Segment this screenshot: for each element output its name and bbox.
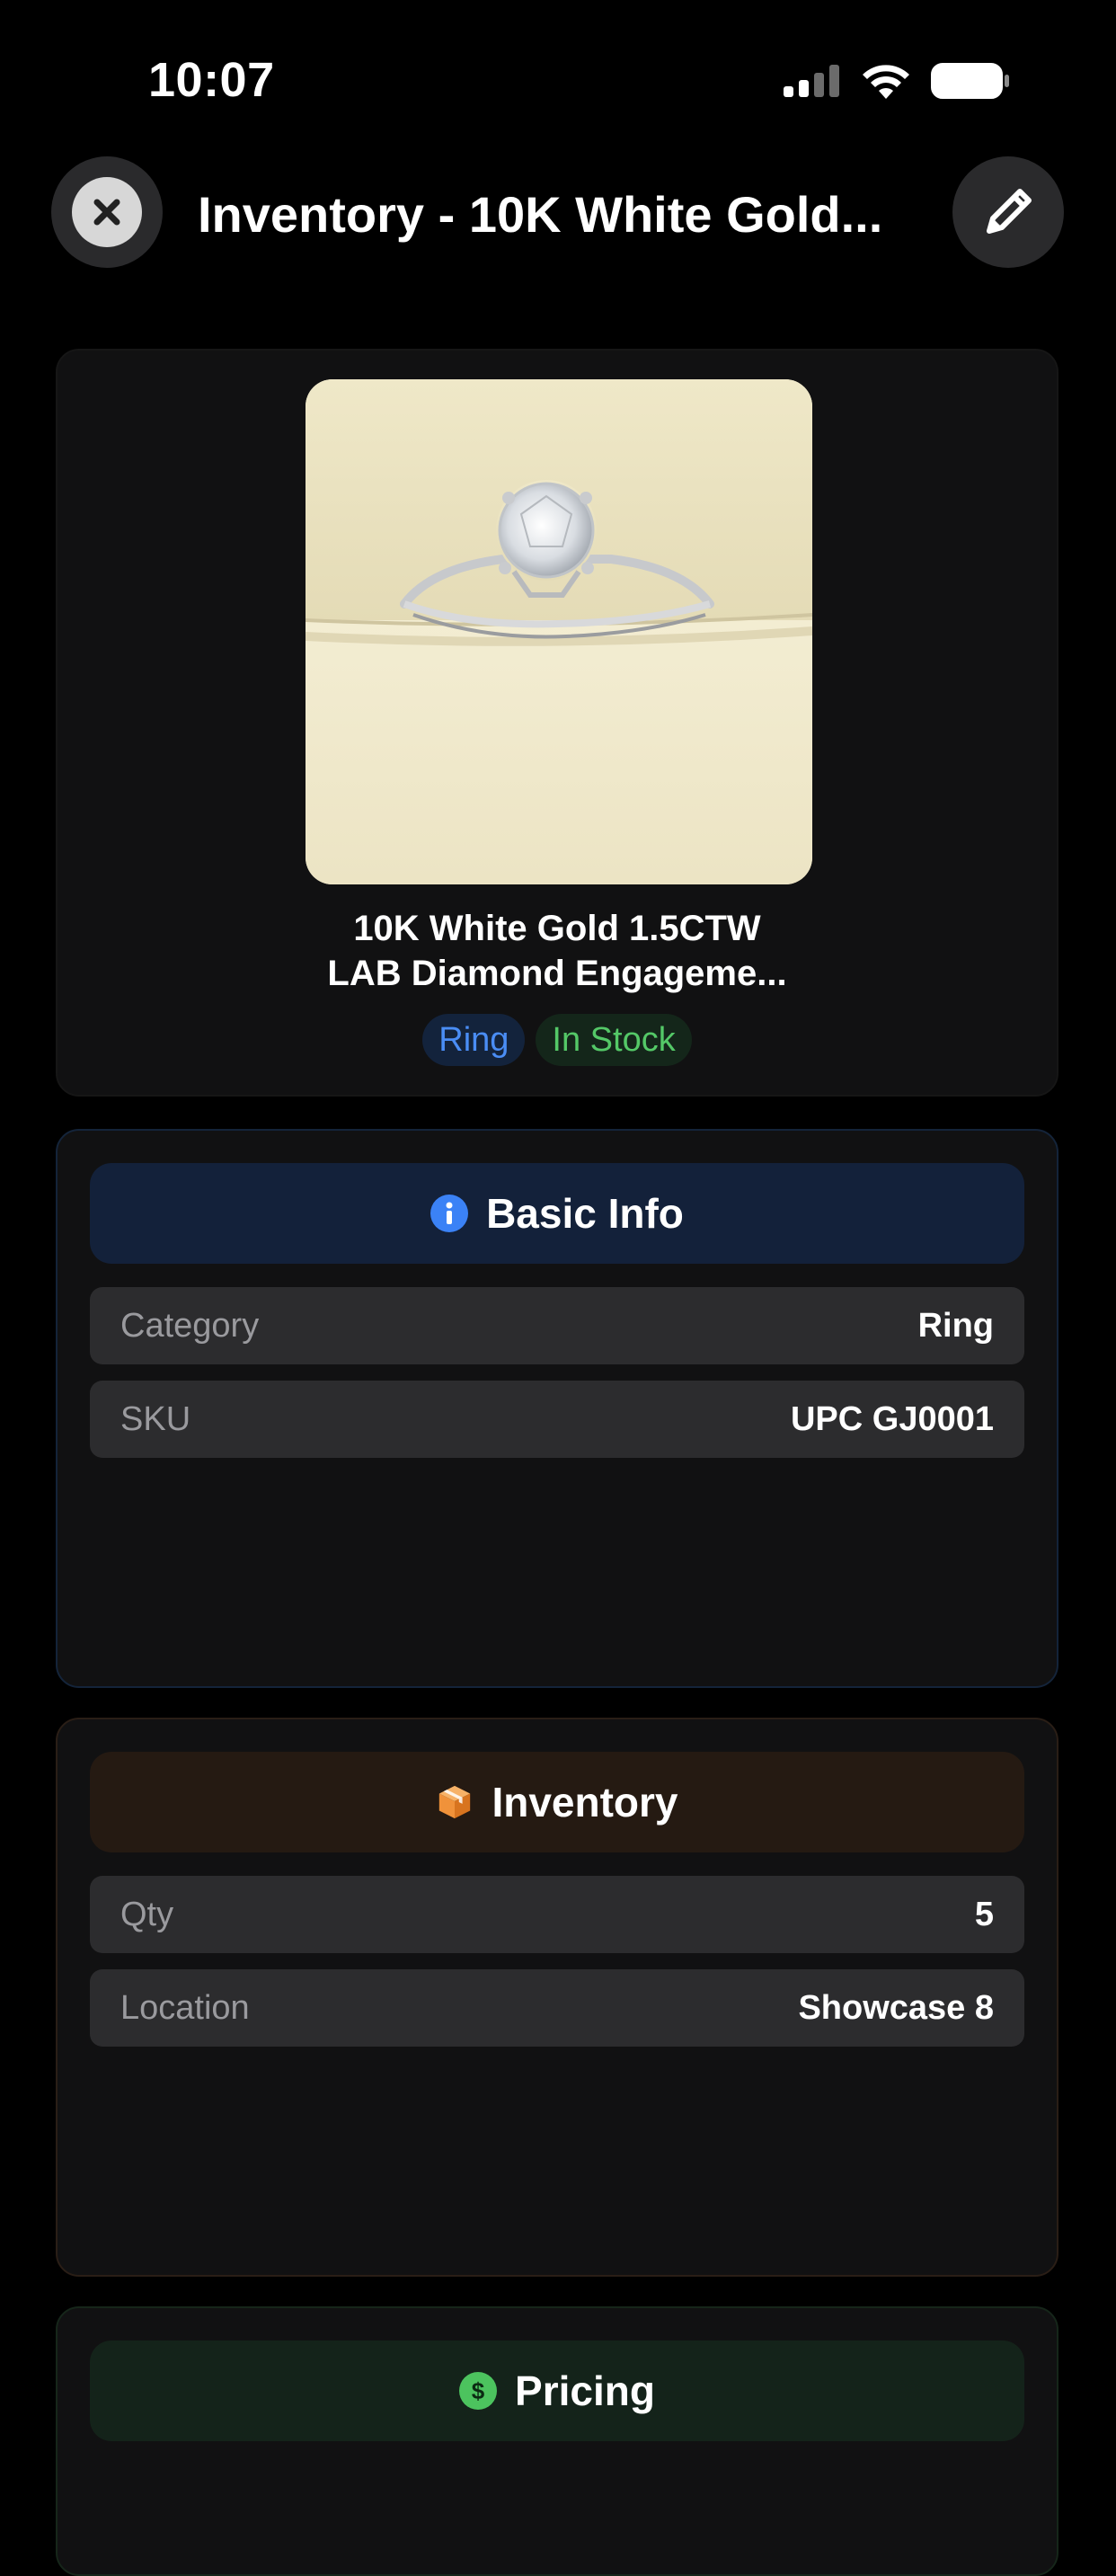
sku-label: SKU [120, 1399, 191, 1438]
sku-value: UPC GJ0001 [790, 1399, 994, 1438]
pricing-header: $ Pricing [90, 2341, 1024, 2441]
nav-bar: Inventory - 10K White Gold... [0, 153, 1116, 270]
pricing-section: $ Pricing [56, 2306, 1058, 2576]
basic-info-header: Basic Info [90, 1163, 1024, 1264]
pencil-icon [987, 189, 1032, 234]
category-label: Category [120, 1306, 260, 1345]
battery-icon [931, 63, 1009, 99]
inventory-title: Inventory [492, 1779, 678, 1825]
product-badges: Ring In Stock [58, 1014, 1057, 1066]
basic-info-title: Basic Info [486, 1190, 684, 1237]
inventory-header: Inventory [90, 1752, 1024, 1852]
category-row: Category Ring [90, 1287, 1024, 1364]
ring-photo-image [306, 379, 812, 884]
close-button[interactable] [51, 156, 163, 268]
category-value: Ring [917, 1306, 994, 1345]
wifi-icon [863, 65, 909, 99]
stock-badge: In Stock [536, 1014, 692, 1066]
location-label: Location [120, 1988, 250, 2027]
qty-label: Qty [120, 1895, 174, 1933]
pricing-title: Pricing [515, 2367, 655, 2414]
inventory-section: Inventory Qty 5 Location Showcase 8 [56, 1718, 1058, 2277]
type-badge: Ring [422, 1014, 526, 1066]
qty-value: 5 [974, 1895, 994, 1933]
product-photo[interactable] [306, 379, 812, 884]
basic-info-section: Basic Info Category Ring SKU UPC GJ0001 [56, 1129, 1058, 1688]
page-title: Inventory - 10K White Gold... [198, 186, 883, 243]
dollar-icon: $ [459, 2372, 498, 2410]
close-icon [93, 199, 120, 226]
box-icon [436, 1783, 474, 1821]
status-time: 10:07 [148, 53, 275, 107]
edit-button[interactable] [952, 156, 1064, 268]
product-name: 10K White Gold 1.5CTW LAB Diamond Engage… [327, 909, 787, 993]
qty-row: Qty 5 [90, 1876, 1024, 1953]
info-icon [430, 1195, 469, 1232]
cellular-signal-icon [784, 65, 839, 97]
status-bar: 10:07 [0, 0, 1116, 162]
product-card: 10K White Gold 1.5CTW LAB Diamond Engage… [56, 349, 1058, 1097]
status-icons [784, 63, 1010, 99]
svg-text:$: $ [472, 2377, 485, 2404]
location-row: Location Showcase 8 [90, 1969, 1024, 2047]
location-value: Showcase 8 [798, 1988, 994, 2027]
sku-row: SKU UPC GJ0001 [90, 1381, 1024, 1458]
